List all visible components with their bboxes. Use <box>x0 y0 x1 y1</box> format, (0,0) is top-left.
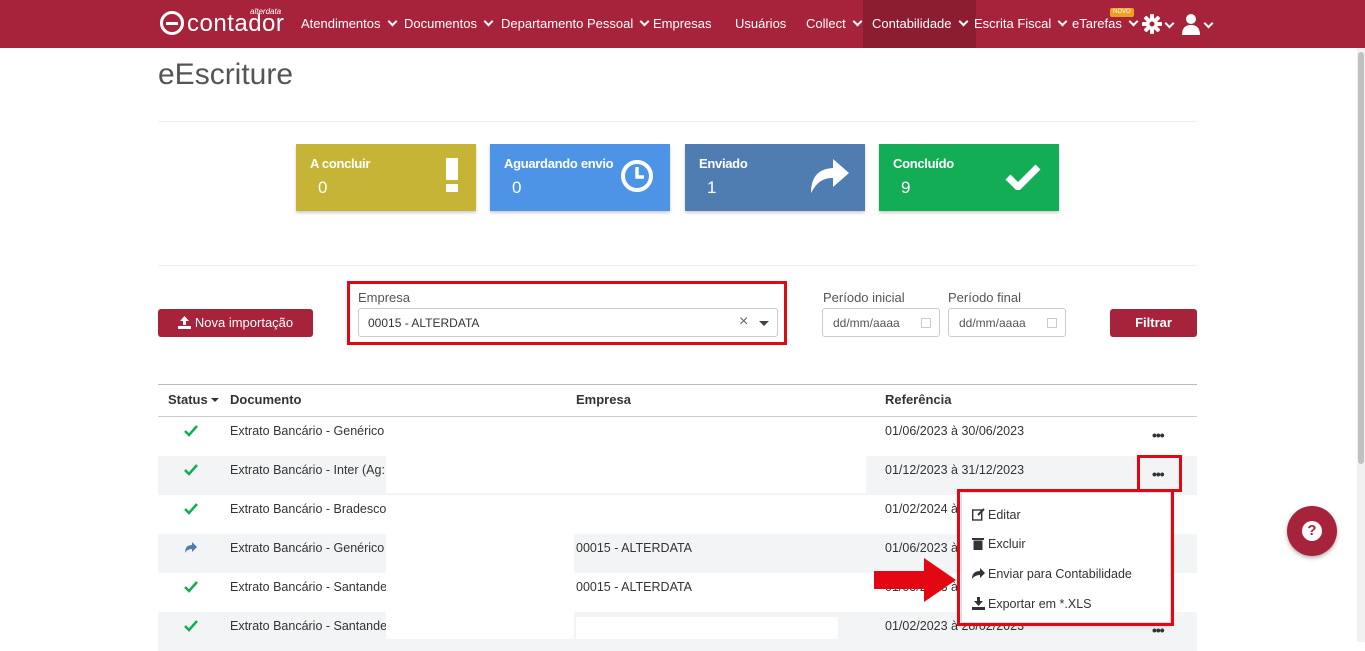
chevron-down-icon <box>852 16 863 27</box>
help-button[interactable]: ? <box>1287 506 1337 556</box>
alterdata-contador-logo[interactable]: contador alterdata <box>160 7 290 39</box>
check-icon <box>184 619 198 633</box>
periodo-final-input[interactable]: dd/mm/aaaa <box>948 308 1066 337</box>
chevron-down-icon[interactable] <box>1164 18 1175 29</box>
card-a-concluir[interactable]: A concluir 0 <box>296 144 476 211</box>
check-icon <box>184 580 198 594</box>
card-aguardando-envio[interactable]: Aguardando envio 0 <box>490 144 670 211</box>
highlight-box <box>347 281 787 345</box>
logo-brand: alterdata <box>250 7 282 16</box>
nav-item-departamento-pessoal[interactable]: Departamento Pessoal <box>501 0 650 48</box>
highlight-box <box>1137 455 1182 492</box>
nav-item-usuarios[interactable]: Usuários <box>735 0 786 48</box>
logo-e-icon <box>160 11 184 35</box>
periodo-inicial-input[interactable]: dd/mm/aaaa <box>822 308 940 337</box>
card-concluido[interactable]: Concluído 9 <box>879 144 1059 211</box>
chevron-down-icon <box>1057 16 1068 27</box>
status-header[interactable]: Status <box>168 392 220 407</box>
referencia-header: Referência <box>885 392 952 407</box>
filtrar-button[interactable]: Filtrar <box>1110 309 1197 337</box>
share-arrow-icon <box>809 159 849 198</box>
empresa-header: Empresa <box>576 392 631 407</box>
sort-caret-icon <box>211 398 220 402</box>
page-title: eEscriture <box>158 58 294 91</box>
periodo-final-label: Período final <box>948 290 1021 305</box>
question-icon: ? <box>1302 521 1322 541</box>
novo-badge: NOVO <box>1110 8 1134 17</box>
nova-importacao-button[interactable]: Nova importação <box>158 309 313 337</box>
chevron-down-icon <box>483 16 494 27</box>
check-icon <box>184 463 198 477</box>
nav-item-atendimentos[interactable]: Atendimentos <box>301 0 397 48</box>
chevron-down-icon <box>639 16 650 27</box>
card-enviado[interactable]: Enviado 1 <box>685 144 865 211</box>
scrollbar-thumb[interactable] <box>1358 52 1364 464</box>
nav-item-documentos[interactable]: Documentos <box>404 0 494 48</box>
more-options-icon[interactable]: ••• <box>1152 427 1165 443</box>
share-arrow-icon <box>184 541 198 555</box>
chevron-down-icon <box>387 16 397 27</box>
redaction-mask <box>386 495 574 639</box>
chevron-down-icon <box>958 16 968 27</box>
check-icon <box>184 424 198 438</box>
documento-header: Documento <box>230 392 302 407</box>
check-icon <box>1005 164 1041 195</box>
divider <box>158 121 1197 122</box>
red-arrow-annotation <box>874 558 956 607</box>
calendar-icon <box>921 318 931 328</box>
chevron-down-icon[interactable] <box>1203 18 1214 29</box>
divider <box>158 265 1197 266</box>
nav-item-escrita-fiscal[interactable]: Escrita Fiscal <box>974 0 1068 48</box>
top-navbar: contador alterdata Atendimentos Document… <box>0 0 1365 48</box>
table-top-border <box>158 384 1197 385</box>
nav-item-empresas[interactable]: Empresas <box>653 0 712 48</box>
nav-item-contabilidade[interactable]: Contabilidade <box>863 0 976 48</box>
user-icon[interactable] <box>1182 13 1200 35</box>
check-icon <box>184 502 198 516</box>
redaction-mask <box>386 420 866 493</box>
gear-icon[interactable] <box>1142 14 1162 34</box>
periodo-inicial-label: Período inicial <box>823 290 905 305</box>
redaction-mask <box>576 617 838 639</box>
nav-item-collect[interactable]: Collect <box>806 0 863 48</box>
clock-icon <box>620 159 654 198</box>
upload-icon <box>177 311 191 329</box>
calendar-icon <box>1047 318 1057 328</box>
exclamation-icon <box>446 158 458 197</box>
chevron-down-icon <box>1128 16 1139 27</box>
highlight-box <box>957 489 1174 626</box>
